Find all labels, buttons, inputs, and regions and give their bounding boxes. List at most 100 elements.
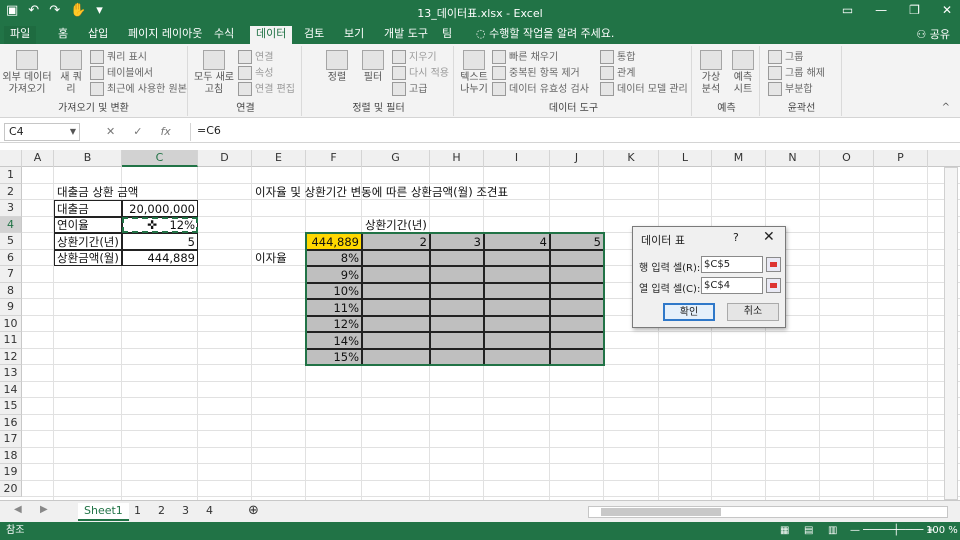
sheet-title-right[interactable]: 이자율 및 상환기간 변동에 따른 상환금액(월) 조견표 (252, 184, 572, 200)
row-header[interactable]: 9 (0, 299, 22, 316)
ok-button[interactable]: 확인 (663, 303, 715, 321)
close-icon[interactable]: ✕ (763, 229, 775, 245)
scrollbar-thumb[interactable] (601, 508, 721, 516)
edit-links-button[interactable]: 연결 편집 (238, 82, 295, 96)
rate-value-cell[interactable]: 11% (306, 300, 362, 316)
clear-filter-button[interactable]: 지우기 (392, 50, 437, 64)
next-sheet-icon[interactable]: ▶ (40, 504, 48, 515)
normal-view-icon[interactable]: ▦ (780, 522, 789, 540)
row-header[interactable]: 20 (0, 480, 22, 497)
rate-value-cell[interactable]: 10% (306, 283, 362, 299)
page-break-view-icon[interactable]: ▥ (828, 522, 837, 540)
rate-value-cell[interactable]: 14% (306, 333, 362, 349)
zoom-slider[interactable]: — ─────┼──── + (850, 522, 935, 540)
tab-formulas[interactable]: 수식 (208, 26, 240, 44)
row-header[interactable]: 12 (0, 348, 22, 365)
tab-insert[interactable]: 삽입 (82, 26, 114, 44)
column-header[interactable]: K (604, 150, 659, 167)
share-button[interactable]: ⚇ 공유 (916, 26, 950, 42)
row-header[interactable]: 16 (0, 414, 22, 431)
reapply-button[interactable]: 다시 적용 (392, 66, 449, 80)
column-header[interactable]: M (712, 150, 766, 167)
term-value-cell[interactable]: 5 (550, 234, 604, 250)
relationships-button[interactable]: 관계 (600, 66, 635, 80)
sheet-tab-sheet1[interactable]: Sheet1 (78, 503, 129, 521)
column-header[interactable]: O (820, 150, 874, 167)
filter-button[interactable]: 필터 (358, 50, 388, 84)
row-range-picker-icon[interactable] (766, 257, 781, 272)
row-header[interactable]: 14 (0, 381, 22, 398)
restore-icon[interactable]: ❐ (909, 3, 920, 17)
text-to-columns-button[interactable]: 텍스트 나누기 (458, 50, 490, 96)
row-header[interactable]: 4 (0, 216, 22, 233)
column-header[interactable]: P (874, 150, 928, 167)
tab-review[interactable]: 검토 (298, 26, 330, 44)
flash-fill-button[interactable]: 빠른 채우기 (492, 50, 558, 64)
page-layout-view-icon[interactable]: ▤ (804, 522, 813, 540)
row-header[interactable]: 8 (0, 282, 22, 299)
row-header[interactable]: 5 (0, 233, 22, 250)
recent-sources-button[interactable]: 최근에 사용한 원본 (90, 82, 187, 96)
remove-duplicates-button[interactable]: 중복된 항목 제거 (492, 66, 580, 80)
row-header[interactable]: 7 (0, 266, 22, 283)
cancel-entry-icon[interactable]: ✕ (106, 125, 115, 138)
row-header[interactable]: 10 (0, 315, 22, 332)
term-header[interactable]: 상환기간(년) (362, 217, 452, 233)
tab-data[interactable]: 데이터 (250, 26, 293, 44)
column-header[interactable]: I (484, 150, 550, 167)
rate-value-cell[interactable]: 15% (306, 349, 362, 365)
select-all[interactable] (0, 150, 22, 167)
show-query-button[interactable]: 쿼리 표시 (90, 50, 147, 64)
column-header[interactable]: L (659, 150, 712, 167)
term-value[interactable]: 5 (122, 234, 198, 250)
tab-page-layout[interactable]: 페이지 레이아웃 (122, 26, 208, 44)
rate-value-cell[interactable]: 9% (306, 267, 362, 283)
minimize-icon[interactable]: — (875, 3, 887, 17)
formula-input[interactable]: =C6 (190, 123, 956, 141)
payment-label[interactable]: 상환금액(월) (54, 250, 122, 266)
payment-value[interactable]: 444,889 (122, 250, 198, 266)
rate-value-cell[interactable]: 8% (306, 250, 362, 266)
ribbon-display-icon[interactable]: ▭ (842, 3, 853, 17)
name-box[interactable]: C4 ▼ (4, 123, 80, 141)
column-header[interactable]: N (766, 150, 820, 167)
column-header[interactable]: H (430, 150, 484, 167)
collapse-ribbon-icon[interactable]: ^ (942, 102, 950, 113)
sheet-title-left[interactable]: 대출금 상환 금액 (54, 184, 194, 200)
column-input-cell-field[interactable]: $C$4 (701, 277, 763, 294)
row-header[interactable]: 11 (0, 332, 22, 349)
cancel-button[interactable]: 취소 (727, 303, 779, 321)
close-window-icon[interactable]: ✕ (942, 3, 952, 17)
data-model-button[interactable]: 데이터 모델 관리 (600, 82, 688, 96)
confirm-entry-icon[interactable]: ✓ (133, 125, 142, 138)
row-header[interactable]: 18 (0, 447, 22, 464)
connections-button[interactable]: 연결 (238, 50, 273, 64)
corner-value[interactable]: 444,889 (306, 234, 362, 250)
tab-file[interactable]: 파일 (4, 26, 37, 44)
add-sheet-icon[interactable]: ⊕ (242, 503, 265, 521)
help-icon[interactable]: ? (733, 231, 739, 244)
rate-axis-label[interactable]: 이자율 (252, 250, 306, 266)
column-range-picker-icon[interactable] (766, 278, 781, 293)
prev-sheet-icon[interactable]: ◀ (14, 504, 22, 515)
column-header[interactable]: D (198, 150, 252, 167)
row-header[interactable]: 15 (0, 398, 22, 415)
advanced-filter-button[interactable]: 고급 (392, 82, 427, 96)
column-header[interactable]: F (306, 150, 362, 167)
subtotal-button[interactable]: 부분합 (768, 82, 813, 96)
row-header[interactable]: 19 (0, 464, 22, 481)
row-header[interactable]: 17 (0, 431, 22, 448)
term-value-cell[interactable]: 4 (484, 234, 550, 250)
row-header[interactable]: 3 (0, 200, 22, 217)
column-header[interactable]: G (362, 150, 430, 167)
what-if-button[interactable]: 가상 분석 (696, 50, 726, 96)
tab-home[interactable]: 홈 (52, 26, 74, 44)
column-header[interactable]: E (252, 150, 306, 167)
term-value-cell[interactable]: 3 (430, 234, 484, 250)
data-validation-button[interactable]: 데이터 유효성 검사 (492, 82, 589, 96)
forecast-sheet-button[interactable]: 예측 시트 (728, 50, 758, 96)
sheet-tab-1[interactable]: 1 (128, 503, 147, 521)
rate-label[interactable]: 연이율 (54, 217, 122, 233)
new-query-button[interactable]: 새 쿼리 (56, 50, 86, 96)
sheet-tab-4[interactable]: 4 (200, 503, 219, 521)
